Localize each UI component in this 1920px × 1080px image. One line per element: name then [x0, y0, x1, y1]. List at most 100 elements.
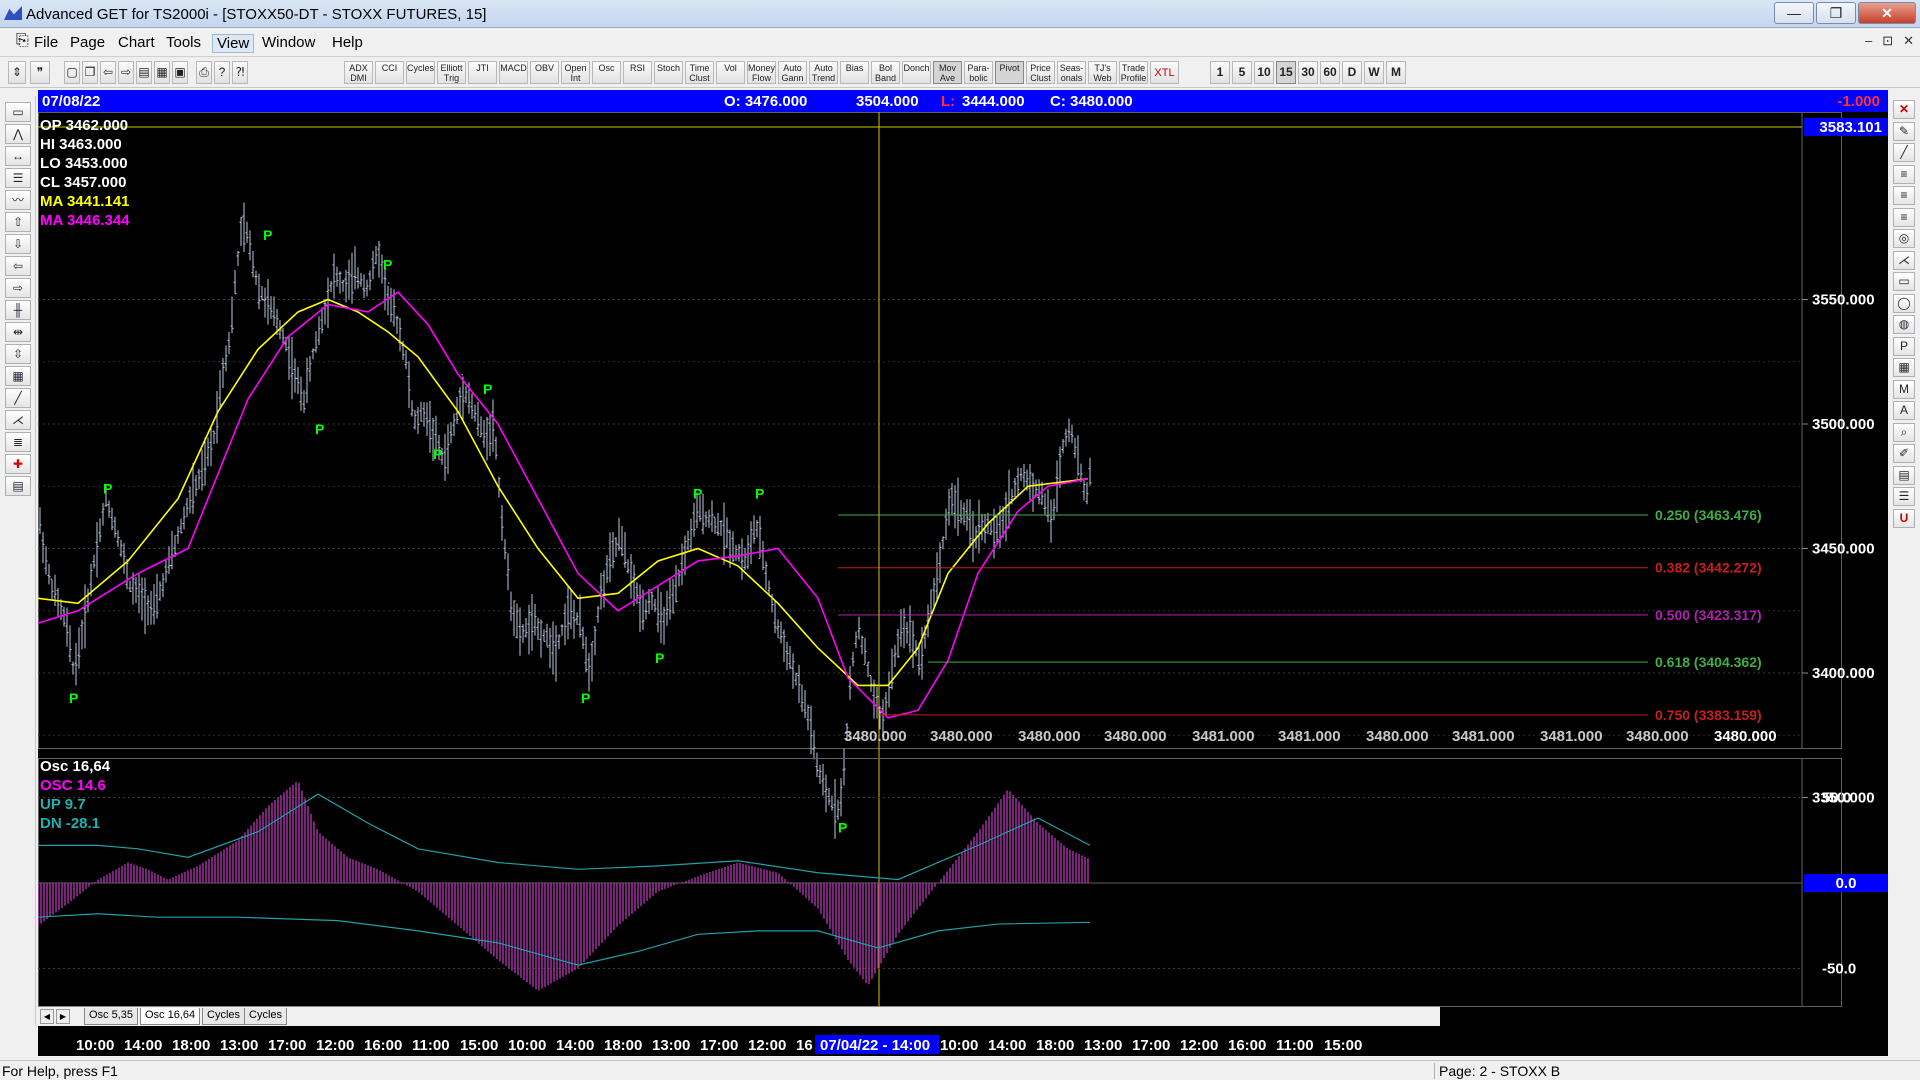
left-arrow-icon[interactable]: ⇦ — [5, 256, 31, 276]
indicator-button-rsi[interactable]: RSI — [623, 61, 652, 84]
grid-icon[interactable]: ▦ — [5, 366, 31, 386]
fib-icon[interactable]: ≣ — [5, 432, 31, 452]
paint-icon[interactable]: ✐ — [1893, 444, 1915, 463]
indicator-button-mov-ave[interactable]: Mov Ave — [933, 61, 962, 84]
indicator-button-obv[interactable]: OBV — [530, 61, 559, 84]
indicator-button-auto-gann[interactable]: Auto Gann — [778, 61, 807, 84]
indicator-button-jti[interactable]: JTI — [468, 61, 497, 84]
period-button-10[interactable]: 10 — [1254, 61, 1274, 84]
menu-view[interactable]: View — [212, 34, 255, 53]
back-icon[interactable]: ⇦ — [100, 61, 116, 84]
tab-next-button[interactable]: ▶ — [56, 1009, 70, 1024]
gann-icon[interactable]: ⋀ — [5, 124, 31, 144]
folder-icon[interactable]: ▭ — [5, 102, 31, 122]
vertical-fit-icon[interactable]: ⇳ — [5, 344, 31, 364]
indicator-button-pivot[interactable]: Pivot — [995, 61, 1024, 84]
u-turn-icon[interactable]: U — [1893, 508, 1915, 528]
indicator-button-macd[interactable]: MACD — [499, 61, 528, 84]
vertical-lines-icon[interactable]: ╫ — [5, 300, 31, 320]
grid-icon[interactable]: ▦ — [1893, 358, 1915, 377]
indicator-button-bol-band[interactable]: Bol Band — [871, 61, 900, 84]
pti-icon[interactable]: P — [1893, 336, 1915, 356]
period-button-60[interactable]: 60 — [1320, 61, 1340, 84]
indicator-button-trade-profile[interactable]: Trade Profile — [1119, 61, 1148, 84]
mdi-minimize-button[interactable]: – — [1865, 33, 1872, 49]
pencil-icon[interactable]: ✎ — [1893, 121, 1915, 141]
zoom-icon[interactable]: ⌕ — [1893, 422, 1915, 442]
indicator-button-donch[interactable]: Donch — [902, 61, 931, 84]
print-icon[interactable]: ⎙ — [196, 61, 212, 84]
menu-window[interactable]: Window — [258, 34, 319, 51]
layout-icon[interactable]: ▤ — [136, 61, 152, 84]
tab-cycles-2[interactable]: Cycles — [244, 1008, 288, 1025]
help-icon[interactable]: ⁈ — [232, 61, 248, 84]
channel-icon[interactable]: ▭ — [1893, 272, 1915, 291]
tab-osc-16-64[interactable]: Osc 16,64 — [140, 1008, 201, 1025]
menu-chart[interactable]: Chart — [114, 34, 159, 51]
indicator-button-tj-s-web[interactable]: TJ's Web — [1088, 61, 1117, 84]
indicator-button-para-bolic[interactable]: Para- bolic — [964, 61, 993, 84]
indicator-button-stoch[interactable]: Stoch — [654, 61, 683, 84]
cross-icon[interactable]: ✚ — [5, 454, 31, 474]
indicator-button-xtl[interactable]: XTL — [1150, 61, 1179, 84]
indicator-button-osc[interactable]: Osc — [592, 61, 621, 84]
period-button-5[interactable]: 5 — [1232, 61, 1252, 84]
indicator-button-auto-trend[interactable]: Auto Trend — [809, 61, 838, 84]
new-page-icon[interactable]: ▢ — [64, 61, 80, 84]
mob-icon[interactable]: M — [1893, 379, 1915, 399]
maximize-button[interactable]: ❐ — [1816, 2, 1856, 24]
reset-icon[interactable]: ↔ — [5, 146, 31, 166]
copy-icon[interactable]: ❐ — [82, 61, 98, 84]
indicator-button-adx-dmi[interactable]: ADX DMI — [344, 61, 373, 84]
indicator-button-seas-onals[interactable]: Seas- onals — [1057, 61, 1086, 84]
mdi-close-button[interactable]: ✕ — [1903, 33, 1914, 49]
list-icon[interactable]: ☰ — [1893, 487, 1915, 506]
price-chart[interactable]: 07/08/22 O: 3476.000 3504.000 L: 3444.00… — [38, 90, 1888, 1034]
indicator-button-price-clust[interactable]: Price Clust — [1026, 61, 1055, 84]
info-icon[interactable]: ? — [214, 61, 230, 84]
ellipse-icon[interactable]: ◯ — [1893, 293, 1915, 313]
indicator-button-bias[interactable]: Bias — [840, 61, 869, 84]
period-button-30[interactable]: 30 — [1298, 61, 1318, 84]
menu-tools[interactable]: Tools — [162, 34, 205, 51]
period-button-m[interactable]: M — [1386, 61, 1406, 84]
close-icon[interactable]: ✕ — [1893, 100, 1915, 119]
fib-extension-icon[interactable]: ≡ — [1893, 186, 1915, 205]
menu-page[interactable]: Page — [66, 34, 109, 51]
clipboard-icon[interactable]: ▤ — [5, 476, 31, 496]
minimize-button[interactable]: — — [1774, 2, 1814, 24]
up-arrow-icon[interactable]: ⇧ — [5, 212, 31, 232]
tab-prev-button[interactable]: ◀ — [40, 1009, 54, 1024]
mdi-restore-button[interactable]: ⊡ — [1882, 33, 1893, 49]
spiral-icon[interactable]: ◎ — [1893, 229, 1915, 248]
down-arrow-icon[interactable]: ⇩ — [5, 234, 31, 254]
period-button-w[interactable]: W — [1364, 61, 1384, 84]
tile-icon[interactable]: ▣ — [172, 61, 188, 84]
trendline-icon[interactable]: ╱ — [1893, 143, 1915, 162]
grid-icon[interactable]: ▦ — [154, 61, 170, 84]
study-icon[interactable]: ☰ — [5, 168, 31, 188]
fib-retrace-icon[interactable]: ≡ — [1893, 164, 1915, 184]
indicator-button-cycles[interactable]: Cycles — [406, 61, 435, 84]
indicator-button-money-flow[interactable]: Money Flow — [747, 61, 776, 84]
indicator-button-vol[interactable]: Vol — [716, 61, 745, 84]
menu-help[interactable]: Help — [328, 34, 367, 51]
period-button-15[interactable]: 15 — [1276, 61, 1296, 84]
indicator-button-elliott-trig[interactable]: Elliott Trig — [437, 61, 466, 84]
horizontal-fit-icon[interactable]: ⇹ — [5, 322, 31, 342]
period-button-d[interactable]: D — [1342, 61, 1362, 84]
period-button-1[interactable]: 1 — [1210, 61, 1230, 84]
lines-icon[interactable]: ╱ — [5, 388, 31, 408]
chart-area[interactable]: 07/08/22 O: 3476.000 3504.000 L: 3444.00… — [38, 90, 1888, 1034]
indicator-button-open-int[interactable]: Open Int — [561, 61, 590, 84]
right-arrow-icon[interactable]: ⇨ — [5, 278, 31, 298]
lasso-icon[interactable]: ◍ — [1893, 315, 1915, 334]
letter-a-icon[interactable]: A — [1893, 401, 1915, 420]
table-icon[interactable]: ▤ — [1893, 465, 1915, 485]
menu-file[interactable]: File — [30, 34, 62, 51]
gann-fan-icon[interactable]: ⋌ — [5, 410, 31, 430]
tab-osc-5-35[interactable]: Osc 5,35 — [84, 1008, 139, 1025]
indicator-button-cci[interactable]: CCI — [375, 61, 404, 84]
indicator-button-time-clust[interactable]: Time Clust — [685, 61, 714, 84]
quote-icon[interactable]: ❞ — [30, 61, 50, 84]
